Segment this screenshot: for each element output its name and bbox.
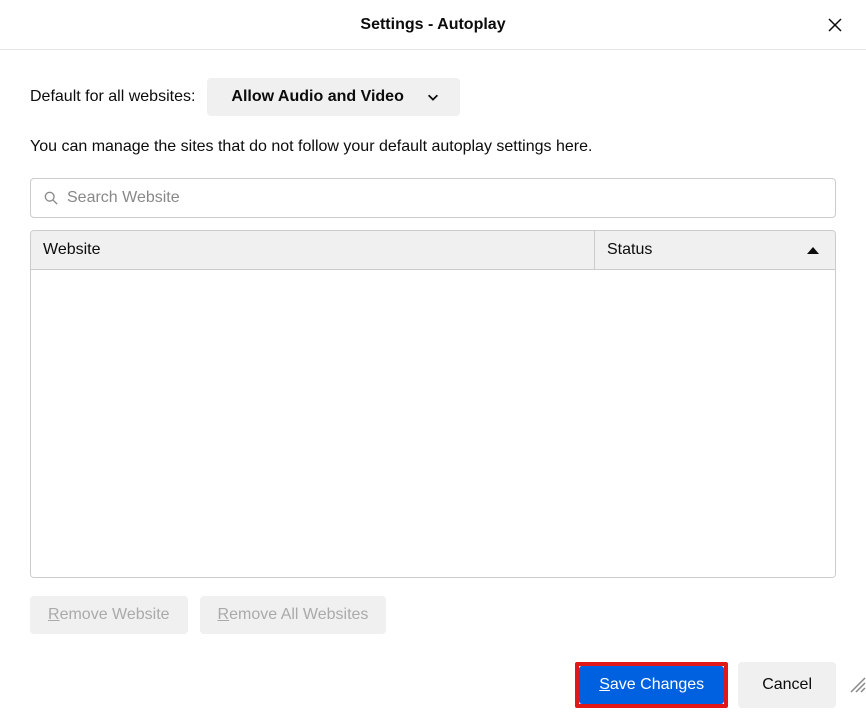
websites-table: Website Status xyxy=(30,230,836,578)
remove-buttons-row: Remove Website Remove All Websites xyxy=(30,596,836,634)
column-header-website[interactable]: Website xyxy=(31,231,595,269)
resize-grip-icon[interactable] xyxy=(848,675,866,693)
sort-ascending-icon xyxy=(807,247,819,254)
dropdown-value: Allow Audio and Video xyxy=(231,88,403,106)
remove-all-websites-button: Remove All Websites xyxy=(200,596,387,634)
remove-website-button: Remove Website xyxy=(30,596,188,634)
search-website-input[interactable] xyxy=(30,178,836,218)
close-button[interactable] xyxy=(822,12,848,38)
cancel-button[interactable]: Cancel xyxy=(738,662,836,708)
chevron-down-icon xyxy=(426,90,440,104)
column-header-status[interactable]: Status xyxy=(595,231,835,269)
default-autoplay-dropdown[interactable]: Allow Audio and Video xyxy=(207,78,459,116)
close-icon xyxy=(826,16,844,34)
default-label: Default for all websites: xyxy=(30,88,195,106)
default-row: Default for all websites: Allow Audio an… xyxy=(30,78,836,116)
dialog-header: Settings - Autoplay xyxy=(0,0,866,50)
table-body xyxy=(31,270,835,577)
dialog-body: Default for all websites: Allow Audio an… xyxy=(0,50,866,728)
dialog-title: Settings - Autoplay xyxy=(360,16,505,34)
description-text: You can manage the sites that do not fol… xyxy=(30,138,836,156)
column-header-website-label: Website xyxy=(43,241,101,259)
search-wrapper xyxy=(30,178,836,218)
column-header-status-label: Status xyxy=(607,241,652,259)
save-changes-button[interactable]: Save Changes xyxy=(579,666,724,704)
table-header: Website Status xyxy=(31,231,835,270)
footer-buttons: Save Changes Cancel xyxy=(30,662,836,708)
search-icon xyxy=(44,191,58,205)
save-changes-highlight: Save Changes xyxy=(575,662,728,708)
